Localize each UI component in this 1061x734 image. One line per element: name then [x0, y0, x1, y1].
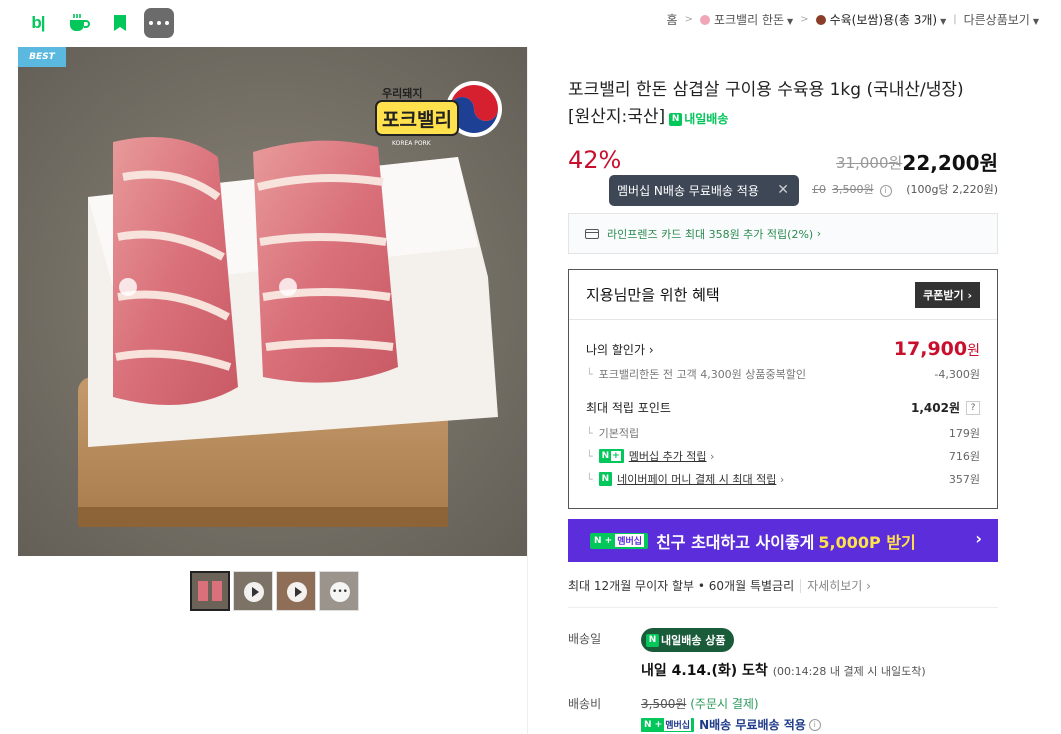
- original-price: 31,000원: [836, 154, 903, 172]
- brand-logo: 우리돼지 포크밸리 KOREA PORK: [370, 75, 502, 157]
- chevron-right-icon: ›: [975, 529, 982, 548]
- free-shipping-info: N + 멤버십 N배송 무료배송 적용 i: [641, 716, 821, 733]
- my-price-value: 17,900원: [893, 338, 980, 360]
- play-icon: [287, 582, 307, 602]
- more-icon[interactable]: [144, 8, 174, 38]
- product-title: 포크밸리 한돈 삼겹살 구이용 수육용 1kg (국내산/냉장) [원산지:국산…: [568, 77, 988, 133]
- svg-text:포크밸리: 포크밸리: [382, 109, 452, 131]
- info-icon[interactable]: i: [879, 184, 892, 197]
- n-plus-icon: N +: [598, 449, 624, 463]
- my-price-label[interactable]: 나의 할인가 ›: [586, 341, 654, 358]
- benefit-title: 지용님만을 위한 혜택: [586, 286, 720, 304]
- npay-points-link[interactable]: 네이버페이 머니 결제 시 최대 적립: [617, 471, 776, 487]
- thumbnail-video-2[interactable]: [276, 571, 316, 611]
- npay-points-value: 357원: [948, 473, 980, 486]
- product-main-image[interactable]: BEST 우리돼지 포크밸리 KOREA PORK: [18, 47, 527, 556]
- benefit-box: 지용님만을 위한 혜택 쿠폰받기 › 나의 할인가 › 17,900원 └ 포크밸…: [568, 269, 998, 509]
- info-icon[interactable]: i: [808, 718, 821, 731]
- installment-more-link[interactable]: 자세히보기 ›: [800, 579, 871, 593]
- thumbnail-strip: •••: [190, 571, 362, 611]
- nextday-badge: N 내일배송: [669, 106, 728, 133]
- membership-tag: N + 멤버십: [641, 717, 695, 732]
- coupon-button[interactable]: 쿠폰받기 ›: [915, 281, 980, 308]
- delivery-date-label: 배송일: [568, 632, 602, 646]
- invite-promo-banner[interactable]: N + 멤버십 친구 초대하고 사이좋게 5,000P 받기 ›: [568, 519, 998, 562]
- breadcrumb-category[interactable]: 수육(보쌈)용(총 3개) ▼: [815, 11, 946, 28]
- cafe-icon[interactable]: [64, 8, 94, 38]
- best-badge: BEST: [18, 47, 66, 67]
- top-bar: b| 홈 > 포크밸리 한돈 ▼ > 수육(보쌈)용(총 3개) ▼ | 다른상품보…: [0, 0, 1061, 46]
- blog-icon[interactable]: b|: [23, 8, 53, 38]
- sale-price: 22,200원: [902, 151, 998, 175]
- discount-detail: 포크밸리한돈 전 고객 4,300원 상품중복할인: [598, 368, 807, 381]
- svg-text:KOREA PORK: KOREA PORK: [392, 140, 432, 147]
- thumbnail-video-1[interactable]: [233, 571, 273, 611]
- image-panel: BEST 우리돼지 포크밸리 KOREA PORK •••: [18, 47, 528, 734]
- basic-points-value: 179원: [948, 427, 980, 440]
- play-icon: [244, 582, 264, 602]
- installment-info: 최대 12개월 무이자 할부 • 60개월 특별금리 자세히보기 ›: [568, 579, 871, 593]
- free-shipping-tooltip: 멤버십 N배송 무료배송 적용 ✕: [609, 175, 799, 206]
- nextday-delivery-badge: N 내일배송 상품: [641, 628, 734, 652]
- arrival-date: 내일 4.14.(화) 도착 (00:14:28 내 결제 시 내일도착): [641, 663, 926, 679]
- breadcrumb: 홈 > 포크밸리 한돈 ▼ > 수육(보쌈)용(총 3개) ▼ | 다른상품보기 ▼: [666, 11, 1039, 28]
- bookmark-icon[interactable]: [105, 8, 135, 38]
- delivery-fee: 3,500원 (주문시 결제): [641, 697, 759, 711]
- delivery-fee-label: 배송비: [568, 697, 602, 711]
- breadcrumb-home[interactable]: 홈: [667, 11, 678, 28]
- membership-points-link[interactable]: 멤버십 추가 적립: [629, 448, 707, 464]
- credit-card-icon: [585, 228, 599, 239]
- discount-detail-value: -4,300원: [934, 368, 980, 381]
- card-offer-box[interactable]: 라인프렌즈 카드 최대 358원 추가 적립(2%) ›: [568, 213, 998, 254]
- divider: [568, 607, 998, 608]
- thumbnail-review[interactable]: •••: [319, 571, 359, 611]
- breadcrumb-other-products[interactable]: 다른상품보기 ▼: [964, 11, 1039, 28]
- shipping-fee-line: £0 3,500원 i: [809, 181, 892, 197]
- membership-tag: N + 멤버십: [590, 532, 649, 549]
- npay-icon: N: [598, 472, 613, 486]
- close-icon[interactable]: ✕: [777, 182, 789, 198]
- svg-text:우리돼지: 우리돼지: [382, 86, 422, 100]
- basic-points-label: 기본적립: [598, 427, 640, 440]
- breadcrumb-store[interactable]: 포크밸리 한돈 ▼: [699, 11, 793, 28]
- unit-price: (100g당 2,220원): [906, 183, 998, 196]
- max-points-label: 최대 적립 포인트: [586, 401, 671, 415]
- help-icon[interactable]: ?: [966, 400, 980, 415]
- max-points-value: 1,402원: [911, 401, 960, 415]
- chat-icon: •••: [330, 582, 350, 602]
- discount-rate: 42%: [568, 146, 622, 174]
- membership-points-value: 716원: [948, 450, 980, 463]
- thumbnail-1[interactable]: [190, 571, 230, 611]
